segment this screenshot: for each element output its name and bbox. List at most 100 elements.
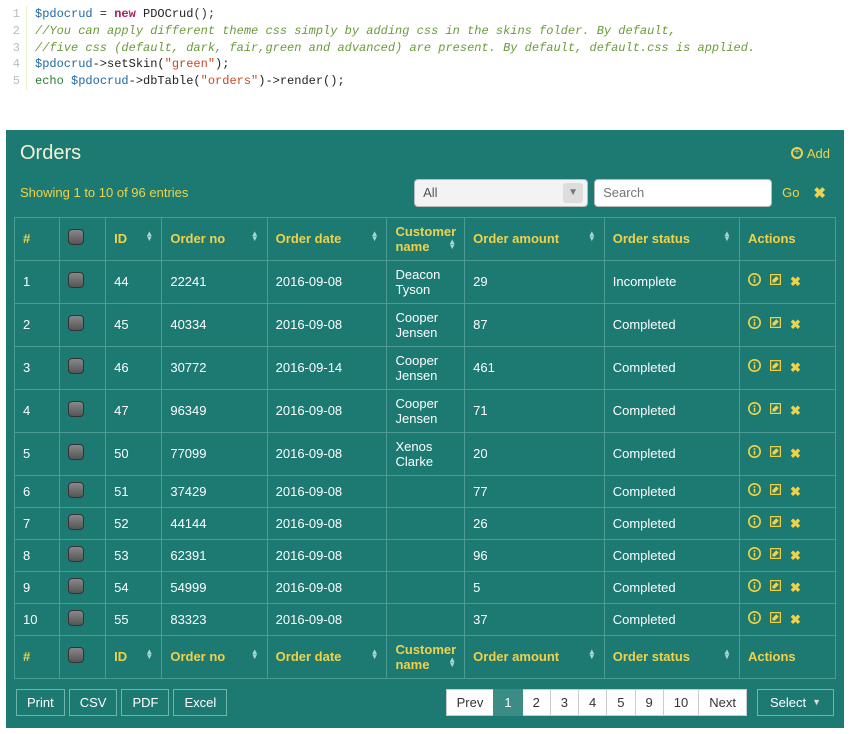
view-icon[interactable] [748,611,761,624]
cell-status: Completed [604,571,739,603]
row-checkbox[interactable] [68,401,84,417]
delete-icon[interactable]: ✖ [790,516,801,532]
col-num[interactable]: # [15,217,60,260]
search-input[interactable] [594,179,772,207]
delete-icon[interactable]: ✖ [790,317,801,333]
export-buttons: Print CSV PDF Excel [16,689,227,716]
edit-icon[interactable] [769,445,782,458]
add-button[interactable]: + Add [791,146,830,161]
cell-orderno: 30772 [162,346,267,389]
cell-check [59,539,106,571]
col-id[interactable]: ID▲▼ [106,217,162,260]
edit-icon[interactable] [769,611,782,624]
cell-check [59,603,106,635]
row-checkbox[interactable] [68,358,84,374]
edit-icon[interactable] [769,515,782,528]
cell-id: 54 [106,571,162,603]
view-icon[interactable] [748,579,761,592]
edit-icon[interactable] [769,316,782,329]
cell-id: 50 [106,432,162,475]
cell-status: Completed [604,475,739,507]
table-row: 245403342016-09-08Cooper Jensen87Complet… [15,303,836,346]
page-5[interactable]: 5 [606,689,635,716]
delete-icon[interactable]: ✖ [790,580,801,596]
col-amount[interactable]: Order amount▲▼ [465,217,605,260]
select-all-checkbox[interactable] [68,229,84,245]
view-icon[interactable] [748,547,761,560]
cell-check [59,260,106,303]
cell-customer [387,571,465,603]
filter-dropdown[interactable]: All ▼ [414,179,588,207]
cell-customer: Cooper Jensen [387,389,465,432]
cell-date: 2016-09-08 [267,260,387,303]
go-button[interactable]: Go [778,185,803,200]
row-checkbox[interactable] [68,272,84,288]
sort-icon: ▲▼ [371,231,379,241]
edit-icon[interactable] [769,547,782,560]
page-3[interactable]: 3 [550,689,579,716]
print-button[interactable]: Print [16,689,65,716]
page-prev[interactable]: Prev [446,689,495,716]
view-icon[interactable] [748,445,761,458]
delete-icon[interactable]: ✖ [790,548,801,564]
row-checkbox[interactable] [68,578,84,594]
col-date[interactable]: Order date▲▼ [267,217,387,260]
page-1[interactable]: 1 [493,689,522,716]
row-checkbox[interactable] [68,514,84,530]
cell-status: Completed [604,507,739,539]
col-status[interactable]: Order status▲▼ [604,217,739,260]
edit-icon[interactable] [769,579,782,592]
sort-icon: ▲▼ [145,231,153,241]
col-customer[interactable]: Customer name▲▼ [387,217,465,260]
bulk-select-button[interactable]: Select [757,689,834,716]
view-icon[interactable] [748,515,761,528]
filter-value: All [423,185,437,200]
excel-button[interactable]: Excel [173,689,227,716]
delete-icon[interactable]: ✖ [790,612,801,628]
pdf-button[interactable]: PDF [121,689,169,716]
edit-icon[interactable] [769,483,782,496]
cell-id: 55 [106,603,162,635]
edit-icon[interactable] [769,359,782,372]
view-icon[interactable] [748,359,761,372]
page-10[interactable]: 10 [663,689,699,716]
cell-date: 2016-09-08 [267,432,387,475]
table-row: 954549992016-09-085Completed✖ [15,571,836,603]
row-checkbox[interactable] [68,315,84,331]
cell-orderno: 96349 [162,389,267,432]
edit-icon[interactable] [769,273,782,286]
page-4[interactable]: 4 [578,689,607,716]
view-icon[interactable] [748,402,761,415]
col-orderno[interactable]: Order no▲▼ [162,217,267,260]
delete-icon[interactable]: ✖ [790,403,801,419]
edit-icon[interactable] [769,402,782,415]
cell-date: 2016-09-08 [267,507,387,539]
reset-icon[interactable]: ✖ [809,184,830,202]
delete-icon[interactable]: ✖ [790,446,801,462]
page-9[interactable]: 9 [635,689,664,716]
cell-orderno: 37429 [162,475,267,507]
row-checkbox[interactable] [68,482,84,498]
delete-icon[interactable]: ✖ [790,484,801,500]
row-checkbox[interactable] [68,444,84,460]
delete-icon[interactable]: ✖ [790,274,801,290]
cell-orderno: 62391 [162,539,267,571]
row-checkbox[interactable] [68,610,84,626]
cell-date: 2016-09-14 [267,346,387,389]
page-next[interactable]: Next [698,689,747,716]
page-2[interactable]: 2 [522,689,551,716]
row-checkbox[interactable] [68,546,84,562]
cell-date: 2016-09-08 [267,571,387,603]
view-icon[interactable] [748,316,761,329]
delete-icon[interactable]: ✖ [790,360,801,376]
view-icon[interactable] [748,273,761,286]
cell-amount: 37 [465,603,605,635]
cell-amount: 71 [465,389,605,432]
cell-actions: ✖ [739,432,835,475]
csv-button[interactable]: CSV [69,689,118,716]
cell-orderno: 40334 [162,303,267,346]
cell-check [59,507,106,539]
view-icon[interactable] [748,483,761,496]
select-all-checkbox[interactable] [68,647,84,663]
cell-check [59,303,106,346]
